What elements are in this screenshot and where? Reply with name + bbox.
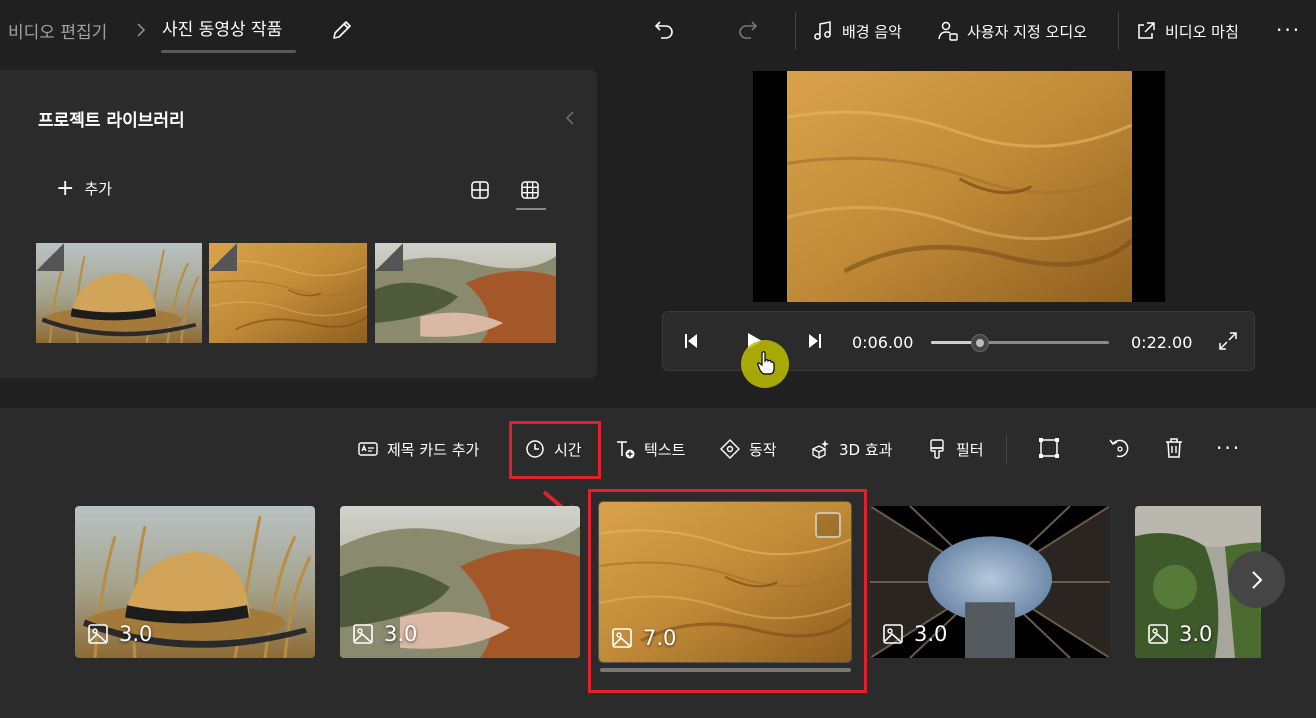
seek-thumb[interactable] bbox=[970, 334, 989, 352]
image-icon bbox=[353, 624, 373, 644]
redo-icon[interactable] bbox=[736, 18, 760, 42]
clip-select-checkbox[interactable] bbox=[815, 512, 841, 538]
library-item-valley[interactable] bbox=[375, 243, 556, 343]
title-card-icon bbox=[358, 442, 378, 456]
title-underline bbox=[161, 50, 296, 53]
background-music-button[interactable]: 배경 음악 bbox=[812, 14, 902, 48]
chevron-right-icon bbox=[137, 23, 146, 37]
add-title-card-label: 제목 카드 추가 bbox=[387, 440, 480, 459]
fullscreen-icon[interactable] bbox=[1217, 330, 1239, 352]
corner-fold bbox=[36, 243, 64, 271]
corner-fold bbox=[375, 243, 403, 271]
breadcrumb-root[interactable]: 비디오 편집기 bbox=[8, 18, 107, 43]
video-preview bbox=[753, 71, 1165, 302]
clip-duration: 3.0 bbox=[352, 622, 417, 646]
clip-duration: 7.0 bbox=[611, 626, 676, 650]
pencil-icon[interactable] bbox=[330, 18, 354, 42]
large-grid-icon[interactable] bbox=[470, 180, 490, 200]
storyboard-clip-building[interactable]: 3.0 bbox=[870, 506, 1110, 658]
corner-fold bbox=[209, 243, 237, 271]
top-bar: 비디오 편집기 사진 동영상 작품 배경 음악 사용자 지정 오디오 비디오 마… bbox=[0, 0, 1316, 62]
scroll-next-button[interactable] bbox=[1228, 551, 1285, 608]
finish-video-button[interactable]: 비디오 마침 bbox=[1135, 14, 1239, 48]
custom-audio-button[interactable]: 사용자 지정 오디오 bbox=[937, 14, 1087, 48]
library-item-desert[interactable] bbox=[209, 243, 367, 343]
background-music-label: 배경 음악 bbox=[842, 22, 902, 41]
divider bbox=[1118, 12, 1119, 50]
divider bbox=[1006, 434, 1007, 464]
music-note-icon bbox=[814, 21, 831, 40]
clip-duration-value: 3.0 bbox=[1179, 622, 1213, 646]
custom-audio-label: 사용자 지정 오디오 bbox=[967, 22, 1087, 41]
project-title: 사진 동영상 작품 bbox=[162, 20, 283, 40]
total-time: 0:22.00 bbox=[1131, 333, 1193, 352]
text-button[interactable]: 텍스트 bbox=[614, 434, 685, 464]
hand-cursor-icon bbox=[757, 351, 775, 375]
rotate-icon[interactable] bbox=[1107, 436, 1131, 460]
add-title-card-button[interactable]: 제목 카드 추가 bbox=[357, 434, 479, 464]
divider bbox=[795, 12, 796, 50]
project-library-panel: 프로젝트 라이브러리 + 추가 bbox=[0, 70, 597, 378]
clip-duration-value: 3.0 bbox=[119, 622, 153, 646]
finish-video-label: 비디오 마침 bbox=[1165, 22, 1239, 41]
share-icon bbox=[1138, 22, 1155, 39]
image-icon bbox=[88, 624, 108, 644]
filters-button[interactable]: 필터 bbox=[926, 434, 984, 464]
clip-duration: 3.0 bbox=[87, 622, 152, 646]
clip-duration-value: 3.0 bbox=[384, 622, 418, 646]
undo-icon[interactable] bbox=[652, 18, 676, 42]
filters-label: 필터 bbox=[956, 440, 984, 459]
chevron-left-icon[interactable] bbox=[562, 108, 578, 128]
paint-brush-icon bbox=[930, 439, 944, 459]
motion-button[interactable]: 동작 bbox=[719, 434, 777, 464]
text-add-icon bbox=[617, 441, 635, 459]
clip-duration-value: 3.0 bbox=[914, 622, 948, 646]
motion-label: 동작 bbox=[749, 440, 777, 459]
3d-effects-label: 3D 효과 bbox=[839, 440, 893, 459]
person-audio-icon bbox=[938, 21, 958, 41]
clip-duration: 3.0 bbox=[882, 622, 947, 646]
plus-icon: + bbox=[56, 175, 75, 201]
active-view-indicator bbox=[516, 208, 546, 210]
image-icon bbox=[1148, 624, 1168, 644]
image-icon bbox=[883, 624, 903, 644]
small-grid-icon[interactable] bbox=[520, 180, 540, 200]
clip-duration-value: 7.0 bbox=[643, 626, 677, 650]
skip-forward-icon[interactable] bbox=[803, 330, 825, 352]
more-options-icon[interactable]: ··· bbox=[1216, 436, 1241, 460]
preview-frame bbox=[787, 71, 1132, 302]
motion-icon bbox=[720, 439, 740, 459]
add-media-button[interactable]: + 추가 bbox=[56, 175, 113, 201]
duration-highlight-box bbox=[509, 421, 601, 479]
clip-duration: 3.0 bbox=[1147, 622, 1212, 646]
library-item-hat[interactable] bbox=[36, 243, 202, 343]
storyboard-clip-valley[interactable]: 3.0 bbox=[340, 506, 580, 658]
seek-bar[interactable] bbox=[931, 334, 1109, 352]
3d-effects-button[interactable]: 3D 효과 bbox=[809, 434, 892, 464]
more-options-icon[interactable]: ··· bbox=[1276, 18, 1301, 42]
text-label: 텍스트 bbox=[644, 440, 686, 459]
sparkle-cube-icon bbox=[811, 440, 829, 460]
trash-icon[interactable] bbox=[1162, 436, 1186, 460]
add-media-label: 추가 bbox=[84, 180, 113, 198]
chevron-right-icon bbox=[1251, 570, 1262, 589]
image-icon bbox=[612, 628, 632, 648]
clip-progress-bar bbox=[600, 668, 851, 672]
storyboard-clip-hat[interactable]: 3.0 bbox=[75, 506, 315, 658]
skip-back-icon[interactable] bbox=[681, 330, 703, 352]
crop-icon[interactable] bbox=[1037, 436, 1061, 460]
library-title: 프로젝트 라이브러리 bbox=[38, 111, 185, 131]
storyboard-clip-desert[interactable]: 7.0 bbox=[598, 501, 852, 663]
current-time: 0:06.00 bbox=[852, 333, 914, 352]
